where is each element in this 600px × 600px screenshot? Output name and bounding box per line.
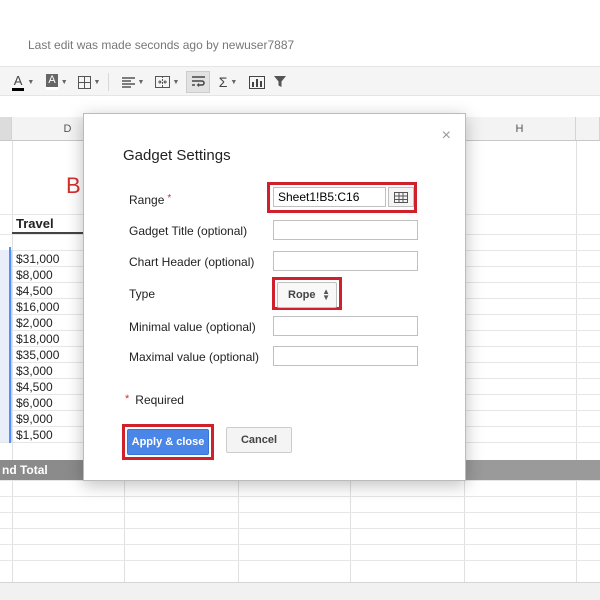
last-edit-status[interactable]: Last edit was made seconds ago by newuse… [28, 38, 294, 52]
chart-header-input[interactable] [273, 251, 418, 271]
insert-chart-icon [249, 75, 265, 89]
travel-cell[interactable]: $2,000 [12, 315, 84, 331]
travel-cell[interactable]: $3,000 [12, 363, 84, 379]
filter-icon [274, 76, 286, 87]
apply-close-button[interactable]: Apply & close [127, 429, 209, 455]
fill-color-button[interactable]: A ▼ [40, 71, 74, 93]
travel-cell[interactable]: $35,000 [12, 347, 84, 363]
up-down-arrows-icon: ▲ ▼ [322, 287, 330, 302]
functions-button[interactable]: Σ ▼ [214, 71, 242, 93]
travel-cell[interactable]: $8,000 [12, 267, 84, 283]
travel-cell[interactable]: $4,500 [12, 379, 84, 395]
travel-cell[interactable]: $31,000 [12, 251, 84, 267]
text-color-button[interactable]: A ▼ [6, 71, 40, 93]
required-note-star: * [125, 393, 130, 405]
range-label: Range * [129, 193, 172, 207]
range-input[interactable] [273, 187, 386, 207]
required-note: * Required [125, 393, 184, 407]
travel-column-header[interactable]: Travel [12, 214, 84, 234]
fill-color-icon: A [46, 74, 58, 90]
col-header-c[interactable] [0, 117, 12, 141]
required-star: * [167, 193, 172, 204]
grand-total-label[interactable]: nd Total [0, 460, 84, 480]
align-button[interactable]: ▼ [116, 71, 150, 93]
chart-header-label: Chart Header (optional) [129, 255, 255, 269]
borders-icon [77, 75, 91, 89]
align-icon [121, 76, 135, 88]
type-select-value: Rope [288, 289, 316, 301]
merge-cells-icon [154, 76, 170, 88]
grid-icon [394, 191, 408, 203]
borders-button[interactable]: ▼ [76, 71, 102, 93]
travel-cell[interactable]: $4,500 [12, 283, 84, 299]
insert-chart-button[interactable] [246, 71, 268, 93]
functions-icon: Σ [218, 74, 228, 90]
gadget-settings-dialog: Gadget Settings × Range* Gadget Title (o… [83, 113, 466, 481]
cancel-button[interactable]: Cancel [226, 427, 292, 453]
merge-cells-button[interactable]: ▼ [150, 71, 184, 93]
travel-cell[interactable]: $9,000 [12, 411, 84, 427]
select-range-button[interactable] [388, 187, 414, 207]
col-header-h[interactable]: H [464, 117, 576, 141]
travel-cell[interactable]: $6,000 [12, 395, 84, 411]
max-value-label: Maximal value (optional) [129, 350, 260, 364]
close-icon[interactable]: × [442, 128, 451, 144]
sheet-title-fragment: B [66, 173, 81, 198]
min-value-input[interactable] [273, 316, 418, 336]
type-select[interactable]: Rope ▲ ▼ [277, 282, 337, 308]
wrap-text-button[interactable] [186, 71, 210, 93]
wrap-text-icon [191, 76, 205, 87]
dialog-title: Gadget Settings [123, 147, 231, 164]
gadget-title-label: Gadget Title (optional) [129, 224, 248, 238]
travel-cell[interactable]: $16,000 [12, 299, 84, 315]
sheet-tabs-bar [0, 582, 600, 600]
gadget-title-input[interactable] [273, 220, 418, 240]
travel-cell[interactable]: $18,000 [12, 331, 84, 347]
min-value-label: Minimal value (optional) [129, 320, 256, 334]
type-label: Type [129, 287, 156, 301]
text-color-icon: A [11, 73, 25, 91]
col-header-i[interactable] [576, 117, 600, 141]
max-value-input[interactable] [273, 346, 418, 366]
toolbar: A ▼ A ▼ ▼ ▼ ▼ Σ ▼ [0, 66, 600, 96]
travel-cell[interactable]: $1,500 [12, 427, 84, 443]
filter-button[interactable] [270, 71, 290, 93]
